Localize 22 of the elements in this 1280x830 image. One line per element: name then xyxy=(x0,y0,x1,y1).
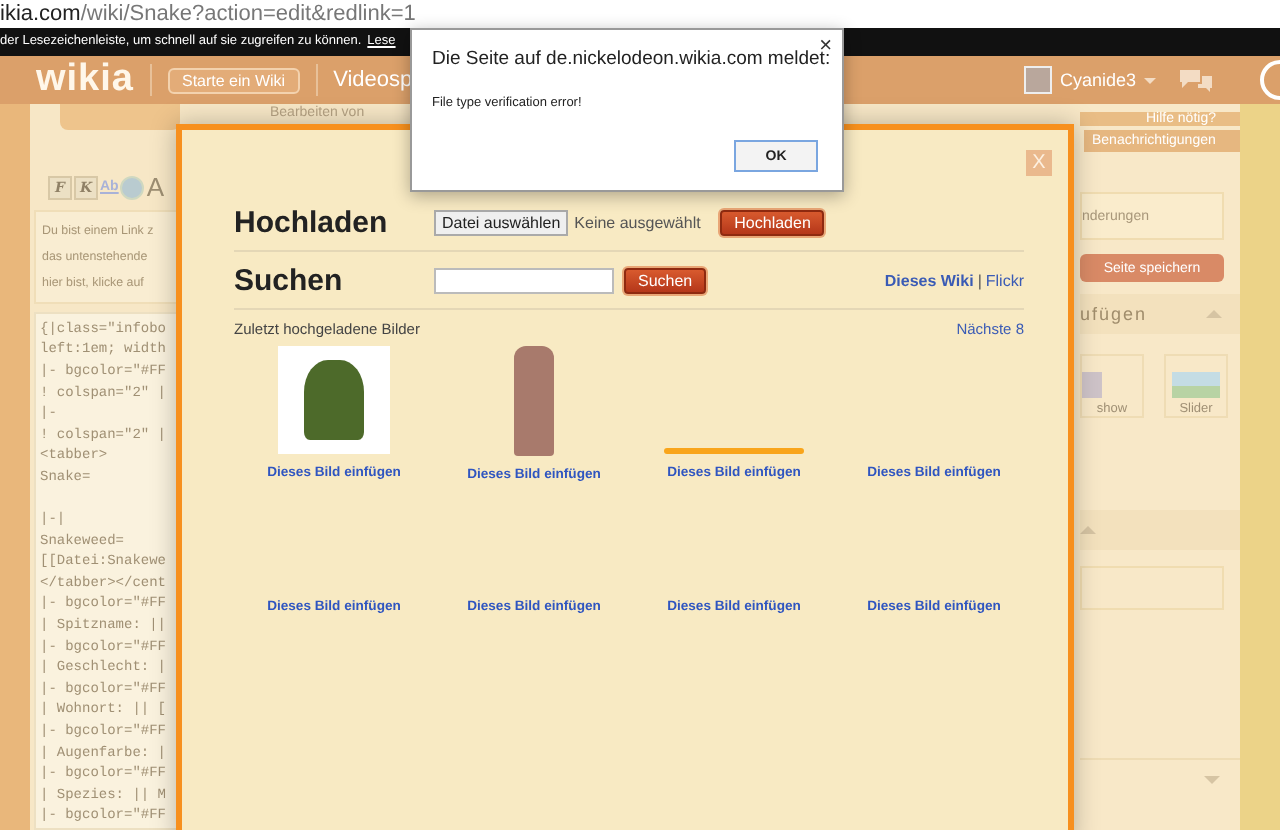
choose-file-button[interactable]: Datei auswählen xyxy=(434,209,569,235)
section-header[interactable] xyxy=(1080,510,1240,550)
caret-icon[interactable] xyxy=(1144,77,1156,83)
separator: | xyxy=(977,271,982,289)
alert-title: Die Seite auf de.nickelodeon.wikia.com meldet: xyxy=(432,48,833,70)
globe-icon[interactable] xyxy=(120,175,145,200)
photo-placeholder xyxy=(278,346,390,454)
search-heading: Suchen xyxy=(234,263,345,297)
search-field[interactable] xyxy=(434,267,614,293)
search-button[interactable]: Suchen xyxy=(624,267,707,293)
input-field[interactable] xyxy=(1080,566,1224,610)
upload-heading: Hochladen xyxy=(234,205,390,239)
chat-icon[interactable] xyxy=(1180,69,1212,91)
format-button[interactable]: A xyxy=(146,173,165,202)
banner-image xyxy=(664,448,804,454)
avatar-icon[interactable] xyxy=(1023,66,1052,94)
source-link[interactable]: Flickr xyxy=(985,271,1024,289)
file-status: Keine ausgewählt xyxy=(574,213,703,231)
upload-button[interactable]: Hochladen xyxy=(720,209,825,235)
source-link[interactable]: Dieses Wiki xyxy=(884,271,974,289)
section-header[interactable]: ufügen xyxy=(1080,294,1240,334)
photo-placeholder xyxy=(514,346,554,456)
